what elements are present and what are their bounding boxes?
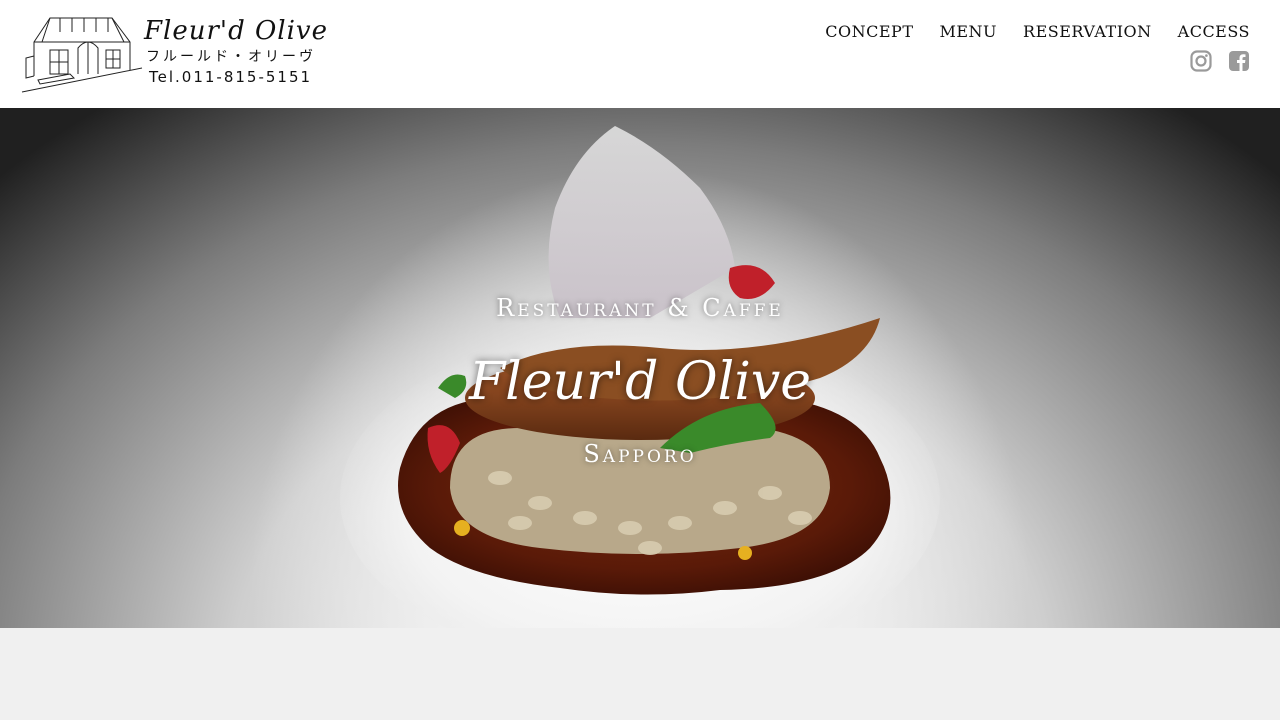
main-nav: CONCEPT MENU RESERVATION ACCESS: [825, 22, 1250, 41]
house-illustration-icon: [21, 17, 143, 93]
site-header: Fleur'd Olive フルールド・オリーヴ Tel.011-815-515…: [0, 0, 1280, 108]
sauce-dot-2: [738, 546, 752, 560]
petal-red-1: [728, 265, 775, 299]
nav-menu[interactable]: MENU: [939, 22, 997, 41]
social-links: [1190, 50, 1250, 72]
nav-concept[interactable]: CONCEPT: [825, 22, 913, 41]
sauce-dot-1: [454, 520, 470, 536]
nav-access[interactable]: ACCESS: [1178, 22, 1250, 41]
crisp-tuile: [548, 126, 735, 318]
brand-name: Fleur'd Olive: [144, 16, 328, 46]
nav-reservation[interactable]: RESERVATION: [1023, 22, 1152, 41]
brand-tel[interactable]: Tel.011-815-5151: [149, 68, 312, 86]
dish-photo: [340, 126, 940, 628]
logo[interactable]: Fleur'd Olive フルールド・オリーヴ Tel.011-815-515…: [20, 12, 327, 98]
hero-banner: Restaurant & Caffe Fleur'd Olive Sapporo: [0, 108, 1280, 628]
instagram-icon[interactable]: [1190, 50, 1212, 72]
brand-kana: フルールド・オリーヴ: [146, 49, 316, 65]
facebook-icon[interactable]: [1228, 50, 1250, 72]
